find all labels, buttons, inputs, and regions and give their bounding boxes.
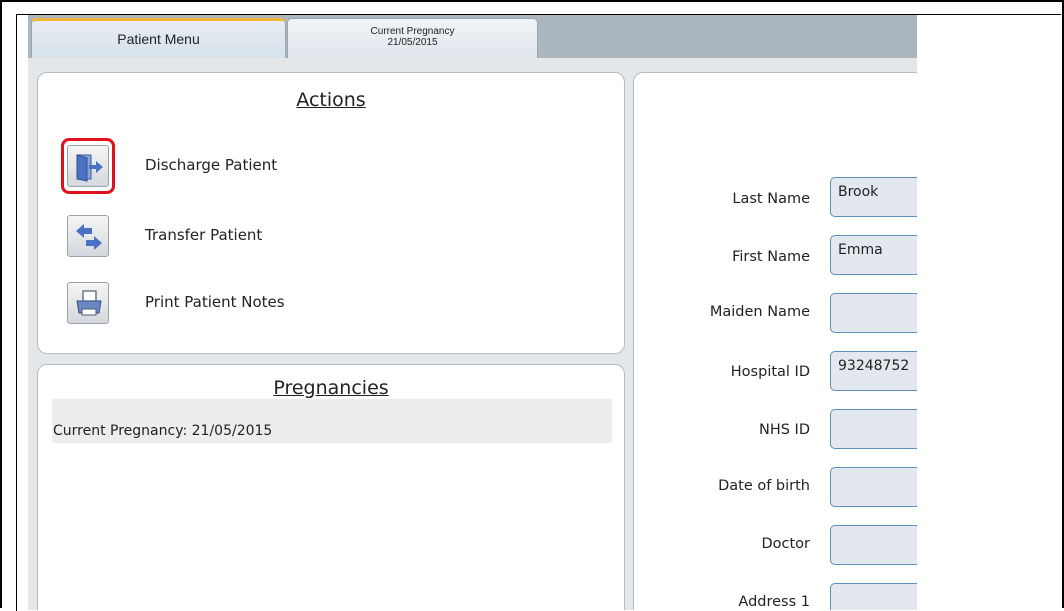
date-of-birth-label: Date of birth — [718, 478, 810, 494]
doctor-row: Doctor — [634, 525, 917, 567]
patient-details-panel: Last Name Brook First Name Emma Maiden N… — [633, 72, 917, 610]
last-name-field[interactable]: Brook — [830, 177, 917, 217]
pregnancies-title: Pregnancies — [273, 377, 389, 399]
nhs-id-field[interactable] — [830, 409, 917, 449]
printer-icon — [76, 290, 102, 316]
discharge-patient-label: Discharge Patient — [145, 156, 278, 174]
transfer-arrows-icon — [76, 224, 102, 250]
doctor-label: Doctor — [761, 536, 810, 552]
doctor-field[interactable] — [830, 525, 917, 565]
tab-current-pregnancy-date: 21/05/2015 — [387, 37, 438, 48]
patient-app: Patient Menu Current Pregnancy 21/05/201… — [28, 15, 917, 610]
maiden-name-field[interactable] — [830, 293, 917, 333]
tab-patient-menu[interactable]: Patient Menu — [31, 18, 286, 58]
hospital-id-field[interactable]: 93248752 — [830, 351, 917, 391]
nhs-id-label: NHS ID — [758, 422, 810, 438]
address-1-row: Address 1 — [634, 583, 917, 610]
pregnancy-list-item-label: Current Pregnancy: 21/05/2015 — [53, 423, 273, 439]
pregnancy-list-item[interactable]: Current Pregnancy: 21/05/2015 — [52, 399, 612, 443]
date-of-birth-row: Date of birth — [634, 467, 917, 509]
maiden-name-label: Maiden Name — [709, 304, 810, 320]
tab-current-pregnancy-title: Current Pregnancy — [370, 26, 455, 37]
transfer-patient-button[interactable] — [67, 215, 109, 257]
hospital-id-row: Hospital ID 93248752 — [634, 351, 917, 393]
first-name-field[interactable]: Emma — [830, 235, 917, 275]
nhs-id-row: NHS ID — [634, 409, 917, 451]
first-name-row: First Name Emma — [634, 235, 917, 277]
last-name-row: Last Name Brook — [634, 177, 917, 219]
tab-current-pregnancy[interactable]: Current Pregnancy 21/05/2015 — [287, 18, 538, 58]
pregnancies-panel: Pregnancies Current Pregnancy: 21/05/201… — [37, 364, 625, 610]
print-patient-notes-button[interactable] — [67, 282, 109, 324]
tab-patient-menu-label: Patient Menu — [117, 31, 200, 47]
discharge-highlight-box — [61, 138, 115, 194]
maiden-name-row: Maiden Name — [634, 293, 917, 335]
last-name-label: Last Name — [732, 191, 810, 207]
date-of-birth-field[interactable] — [830, 467, 917, 507]
first-name-label: First Name — [732, 249, 810, 265]
tab-strip: Patient Menu Current Pregnancy 21/05/201… — [28, 15, 917, 58]
transfer-patient-label: Transfer Patient — [145, 226, 263, 244]
actions-panel: Actions Discharge Patient Transfer Patie… — [37, 72, 625, 354]
hospital-id-label: Hospital ID — [730, 364, 810, 380]
address-1-label: Address 1 — [738, 594, 810, 610]
print-patient-notes-label: Print Patient Notes — [145, 293, 285, 311]
actions-title: Actions — [296, 89, 366, 111]
address-1-field[interactable] — [830, 583, 917, 610]
